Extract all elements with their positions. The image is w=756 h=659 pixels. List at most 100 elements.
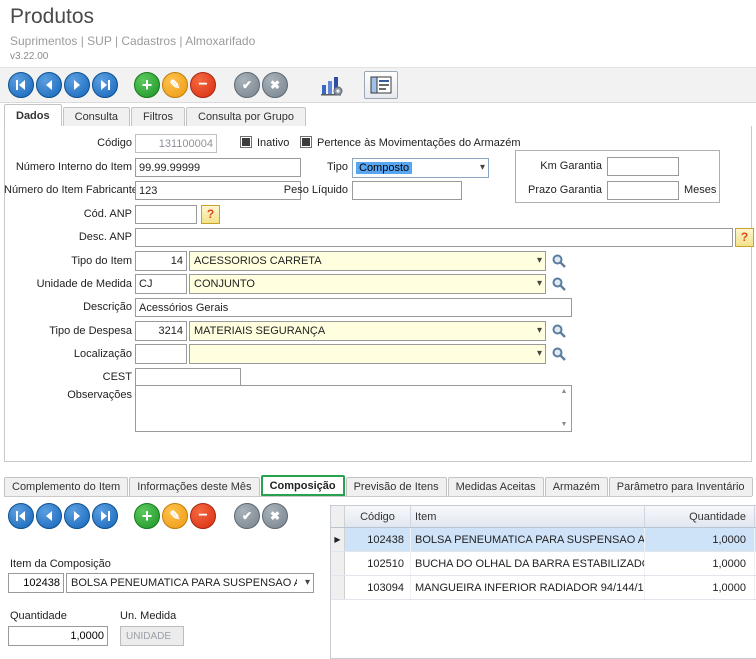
descricao-label: Descrição bbox=[4, 301, 132, 313]
table-row[interactable]: 102510 BUCHA DO OLHAL DA BARRA ESTABILIZ… bbox=[331, 552, 756, 576]
cell-item: BUCHA DO OLHAL DA BARRA ESTABILIZADOR bbox=[411, 552, 645, 575]
column-header-item[interactable]: Item bbox=[411, 506, 645, 527]
numero-interno-field[interactable] bbox=[135, 158, 301, 177]
peso-liquido-field[interactable] bbox=[352, 181, 462, 200]
chart-settings-button[interactable] bbox=[316, 72, 346, 99]
comp-nav-last-button[interactable] bbox=[92, 503, 118, 529]
inativo-checkbox[interactable] bbox=[240, 136, 252, 148]
item-composicao-label: Item da Composição bbox=[10, 558, 111, 570]
question-icon: ? bbox=[207, 207, 214, 221]
table-row[interactable]: 103094 MANGUEIRA INFERIOR RADIADOR 94/14… bbox=[331, 576, 756, 600]
tab-previsao-de-itens[interactable]: Previsão de Itens bbox=[346, 477, 447, 496]
tipo-item-search-button[interactable] bbox=[551, 253, 567, 269]
pertence-checkbox[interactable] bbox=[300, 136, 312, 148]
tipo-despesa-code-field[interactable] bbox=[135, 321, 187, 341]
nav-previous-button[interactable] bbox=[36, 72, 62, 98]
comp-confirm-button[interactable]: ✔ bbox=[234, 503, 260, 529]
prazo-garantia-field[interactable] bbox=[607, 181, 679, 200]
nav-first-button[interactable] bbox=[8, 72, 34, 98]
comp-nav-next-button[interactable] bbox=[64, 503, 90, 529]
cancel-button[interactable]: ✖ bbox=[262, 72, 288, 98]
breadcrumb: Suprimentos | SUP | Cadastros | Almoxari… bbox=[10, 34, 255, 48]
tipo-item-code-field[interactable] bbox=[135, 251, 187, 271]
checkbox-fill-icon bbox=[302, 138, 310, 146]
add-button[interactable]: + bbox=[134, 72, 160, 98]
cod-anp-help-button[interactable]: ? bbox=[201, 205, 220, 224]
tab-medidas-aceitas[interactable]: Medidas Aceitas bbox=[448, 477, 544, 496]
desc-anp-help-button[interactable]: ? bbox=[735, 228, 754, 247]
cell-quantidade: 1,0000 bbox=[645, 528, 755, 551]
tab-complemento-do-item[interactable]: Complemento do Item bbox=[4, 477, 128, 496]
checkbox-fill-icon bbox=[242, 138, 250, 146]
cod-anp-field[interactable] bbox=[135, 205, 197, 224]
comp-delete-button[interactable]: − bbox=[190, 503, 216, 529]
grid-header-row: Código Item Quantidade bbox=[331, 506, 756, 528]
tab-parametro-para-inventario[interactable]: Parâmetro para Inventário bbox=[609, 477, 753, 496]
comp-nav-previous-button[interactable] bbox=[36, 503, 62, 529]
comp-add-button[interactable]: + bbox=[134, 503, 160, 529]
km-garantia-field[interactable] bbox=[607, 157, 679, 176]
next-record-icon bbox=[71, 510, 83, 522]
observacoes-textarea[interactable] bbox=[135, 385, 572, 432]
tab-consulta-por-grupo[interactable]: Consulta por Grupo bbox=[186, 107, 306, 127]
prazo-garantia-label: Prazo Garantia bbox=[520, 184, 602, 196]
produtos-window: Produtos Suprimentos | SUP | Cadastros |… bbox=[0, 0, 756, 659]
descricao-field[interactable] bbox=[135, 298, 572, 317]
localizacao-search-button[interactable] bbox=[551, 346, 567, 362]
tab-dados[interactable]: Dados bbox=[4, 104, 62, 127]
comp-edit-button[interactable]: ✎ bbox=[162, 503, 188, 529]
row-indicator: ▶ bbox=[331, 528, 345, 551]
cod-anp-label: Cód. ANP bbox=[4, 208, 132, 220]
un-medida-field: UNIDADE bbox=[120, 626, 184, 646]
quantidade-field[interactable] bbox=[8, 626, 108, 646]
cell-codigo: 102438 bbox=[345, 528, 411, 551]
tipo-combo[interactable]: Composto ▾ bbox=[352, 158, 489, 178]
cell-item: MANGUEIRA INFERIOR RADIADOR 94/144/124 bbox=[411, 576, 645, 599]
tab-composicao[interactable]: Composição bbox=[261, 475, 345, 496]
comp-cancel-button[interactable]: ✖ bbox=[262, 503, 288, 529]
tab-filtros[interactable]: Filtros bbox=[131, 107, 185, 127]
first-record-icon bbox=[15, 79, 27, 91]
tipo-despesa-combo[interactable]: MATERIAIS SEGURANÇA ▾ bbox=[189, 321, 546, 341]
cell-item: BOLSA PENEUMATICA PARA SUSPENSAO A AR bbox=[411, 528, 645, 551]
tipo-item-combo[interactable]: ACESSORIOS CARRETA ▾ bbox=[189, 251, 546, 271]
column-header-quantidade[interactable]: Quantidade bbox=[645, 506, 755, 527]
chevron-down-icon: ▾ bbox=[537, 325, 542, 336]
unidade-medida-combo[interactable]: CONJUNTO ▾ bbox=[189, 274, 546, 294]
minus-icon: − bbox=[198, 507, 207, 525]
tipo-label: Tipo bbox=[305, 161, 348, 173]
pencil-icon: ✎ bbox=[170, 508, 181, 524]
delete-button[interactable]: − bbox=[190, 72, 216, 98]
chevron-down-icon: ▾ bbox=[537, 278, 542, 289]
scroll-up-icon[interactable]: ▲ bbox=[558, 387, 570, 397]
unidade-medida-code-field[interactable] bbox=[135, 274, 187, 294]
column-header-codigo[interactable]: Código bbox=[345, 506, 411, 527]
desc-anp-field[interactable] bbox=[135, 228, 733, 247]
nav-next-button[interactable] bbox=[64, 72, 90, 98]
edit-button[interactable]: ✎ bbox=[162, 72, 188, 98]
item-composicao-combo[interactable]: BOLSA PENEUMATICA PARA SUSPENSAO A ▾ bbox=[66, 573, 314, 593]
table-row[interactable]: ▶ 102438 BOLSA PENEUMATICA PARA SUSPENSA… bbox=[331, 528, 756, 552]
localizacao-code-field[interactable] bbox=[135, 344, 187, 364]
last-record-icon bbox=[99, 510, 111, 522]
tab-armazem[interactable]: Armazém bbox=[545, 477, 608, 496]
tab-informacoes-deste-mes[interactable]: Informações deste Mês bbox=[129, 477, 259, 496]
details-report-button[interactable] bbox=[364, 71, 398, 99]
nav-last-button[interactable] bbox=[92, 72, 118, 98]
cell-codigo: 103094 bbox=[345, 576, 411, 599]
search-icon bbox=[551, 323, 567, 339]
composicao-grid: Código Item Quantidade ▶ 102438 BOLSA PE… bbox=[330, 505, 756, 659]
version-label: v3.22.00 bbox=[10, 51, 48, 62]
tipo-despesa-search-button[interactable] bbox=[551, 323, 567, 339]
pertence-label: Pertence às Movimentações do Armazém bbox=[317, 137, 521, 149]
confirm-button[interactable]: ✔ bbox=[234, 72, 260, 98]
comp-nav-first-button[interactable] bbox=[8, 503, 34, 529]
close-icon: ✖ bbox=[270, 78, 280, 92]
unidade-medida-search-button[interactable] bbox=[551, 276, 567, 292]
cell-quantidade: 1,0000 bbox=[645, 576, 755, 599]
scroll-down-icon[interactable]: ▼ bbox=[558, 420, 570, 430]
item-composicao-code-field[interactable] bbox=[8, 573, 64, 593]
item-composicao-combo-value: BOLSA PENEUMATICA PARA SUSPENSAO A bbox=[71, 577, 297, 589]
localizacao-combo[interactable]: ▾ bbox=[189, 344, 546, 364]
tab-consulta[interactable]: Consulta bbox=[63, 107, 130, 127]
